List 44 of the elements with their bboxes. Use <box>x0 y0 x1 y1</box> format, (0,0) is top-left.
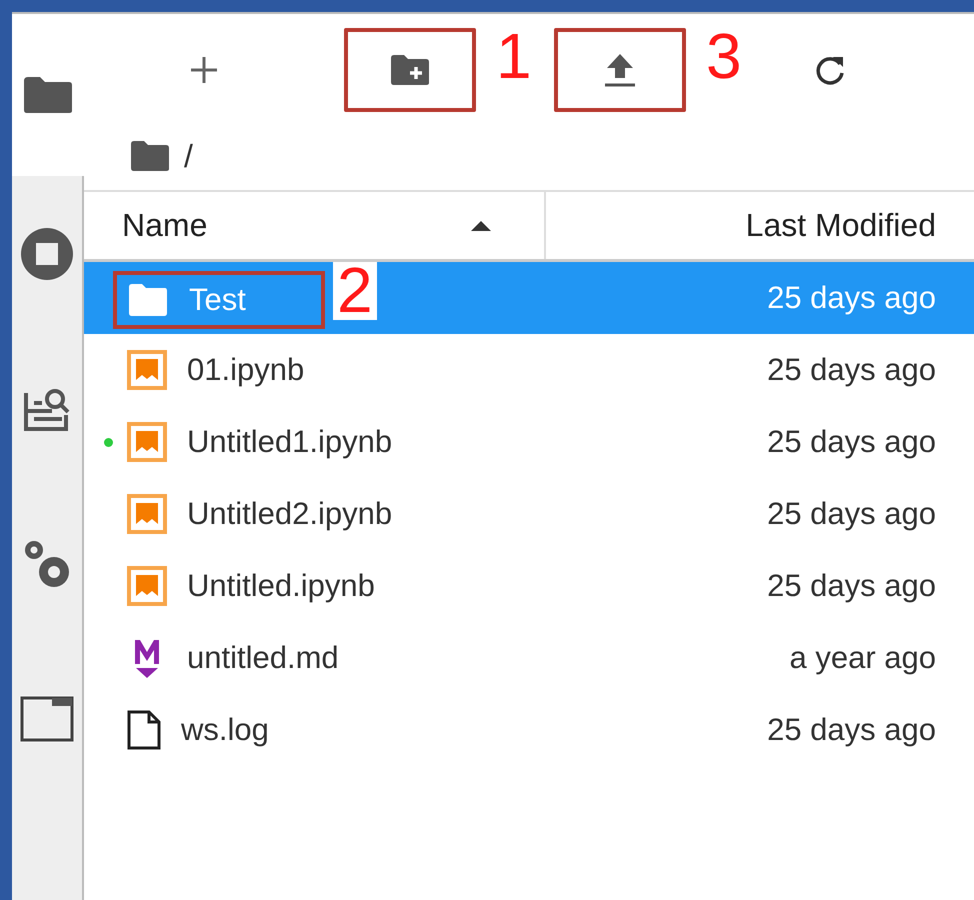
modified-time: 25 days ago <box>767 568 937 604</box>
toolbar-button[interactable] <box>344 28 476 112</box>
file-row[interactable]: Untitled1.ipynb 25 days ago <box>84 406 974 478</box>
plus-icon <box>189 55 219 85</box>
stop-circle-icon <box>19 226 75 282</box>
sidebar-tab[interactable] <box>12 14 84 176</box>
column-header[interactable]: Last Modified <box>546 192 974 259</box>
notebook-icon <box>127 566 167 606</box>
folder-icon <box>127 282 169 318</box>
column-header[interactable]: Name <box>84 192 546 259</box>
notebook-icon <box>127 422 167 462</box>
file-row[interactable]: untitled.md a year ago <box>84 622 974 694</box>
sort-caret-icon <box>470 220 492 232</box>
file-row[interactable]: Untitled.ipynb 25 days ago <box>84 550 974 622</box>
file-name: ws.log <box>181 712 269 748</box>
modified-time: 25 days ago <box>767 424 937 460</box>
toolbar-button[interactable] <box>554 28 686 112</box>
file-name: 01.ipynb <box>187 352 304 388</box>
file-row[interactable]: Untitled2.ipynb 25 days ago <box>84 478 974 550</box>
notebook-icon <box>127 350 167 390</box>
folder-icon <box>130 140 170 172</box>
window-icon <box>20 696 74 742</box>
modified-time: 25 days ago <box>767 496 937 532</box>
modified-time: a year ago <box>790 640 937 676</box>
file-name: Untitled2.ipynb <box>187 496 392 532</box>
upload-icon <box>603 52 637 88</box>
callout-number: 3 <box>706 24 742 88</box>
new-folder-icon <box>390 54 430 86</box>
file-icon <box>127 710 161 750</box>
notebook-icon <box>127 494 167 534</box>
breadcrumb-path[interactable]: / <box>184 138 193 174</box>
callout-number: 2 <box>333 262 377 320</box>
file-name: Untitled.ipynb <box>187 568 375 604</box>
file-row[interactable]: 01.ipynb 25 days ago <box>84 334 974 406</box>
file-name: untitled.md <box>187 640 339 676</box>
folder-icon <box>22 75 74 115</box>
modified-time: 25 days ago <box>767 352 937 388</box>
file-row[interactable]: ws.log 25 days ago <box>84 694 974 766</box>
file-row[interactable]: Test 2 25 days ago <box>84 262 974 334</box>
callout-number: 1 <box>496 24 532 88</box>
file-name: Test <box>189 282 246 318</box>
modified-time: 25 days ago <box>767 280 937 316</box>
file-name: Untitled1.ipynb <box>187 424 392 460</box>
modified-time: 25 days ago <box>767 712 937 748</box>
